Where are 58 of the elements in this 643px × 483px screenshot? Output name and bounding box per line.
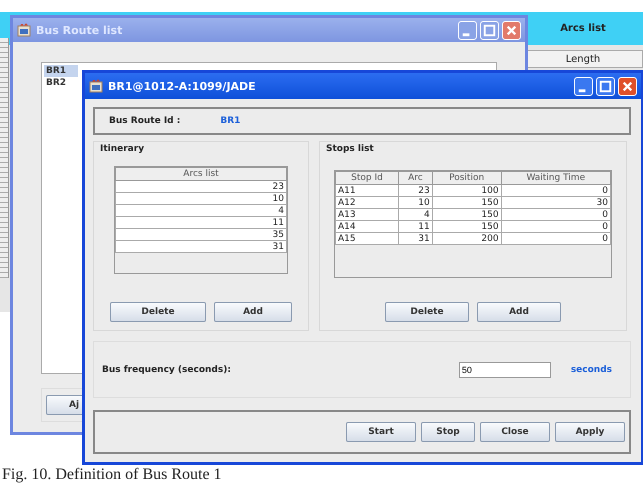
action-button[interactable]: Start bbox=[346, 422, 416, 442]
table-cell: 4 bbox=[398, 208, 432, 220]
field-label: Bus frequency (seconds): bbox=[102, 364, 231, 374]
table-cell: A15 bbox=[336, 232, 399, 244]
table-cell: 30 bbox=[501, 196, 610, 208]
table-cell: 150 bbox=[432, 220, 502, 232]
table-cell: 150 bbox=[432, 208, 502, 220]
list-item[interactable]: BR2 bbox=[44, 77, 78, 89]
table-cell: 31 bbox=[116, 240, 286, 252]
minimize-icon[interactable] bbox=[574, 76, 593, 96]
table-cell: A14 bbox=[336, 220, 399, 232]
action-button[interactable]: Delete bbox=[110, 302, 206, 322]
table-cell: A12 bbox=[336, 196, 399, 208]
table-cell: A13 bbox=[336, 208, 399, 220]
panel-title: Itinerary bbox=[100, 144, 146, 154]
frequency-field[interactable]: 50 bbox=[458, 362, 551, 378]
table-cell: 0 bbox=[501, 184, 610, 196]
unit-label: seconds bbox=[570, 364, 612, 374]
maximize-icon[interactable] bbox=[596, 76, 615, 96]
field-label: Bus Route Id : bbox=[109, 116, 180, 126]
action-button[interactable]: Add bbox=[477, 302, 561, 322]
table-cell: 4 bbox=[116, 204, 286, 216]
action-button[interactable]: Close bbox=[480, 422, 550, 442]
action-button[interactable]: Stop bbox=[421, 422, 475, 442]
panel-title: Stops list bbox=[326, 144, 375, 154]
figure-caption: Fig. 10. Definition of Bus Route 1 bbox=[1, 466, 223, 483]
close-icon[interactable] bbox=[502, 20, 521, 40]
column-header: Stop Id bbox=[336, 172, 399, 184]
column-header: Arcs list bbox=[116, 168, 286, 180]
table-cell: 10 bbox=[398, 196, 432, 208]
close-icon[interactable] bbox=[618, 76, 637, 96]
table-cell: 100 bbox=[432, 184, 502, 196]
table-cell: 0 bbox=[501, 208, 610, 220]
action-button[interactable]: Delete bbox=[385, 302, 469, 322]
window-title: BR1@1012-A:1099/JADE bbox=[108, 80, 257, 92]
table-cell: 23 bbox=[398, 184, 432, 196]
table-cell: 11 bbox=[398, 220, 432, 232]
panel-header: Arcs list bbox=[559, 22, 607, 36]
action-button[interactable]: Apply bbox=[555, 422, 625, 442]
column-header: Arc bbox=[398, 172, 432, 184]
list-item[interactable]: BR1 bbox=[44, 65, 78, 77]
table-cell: 0 bbox=[501, 232, 610, 244]
route-id: BR1 bbox=[220, 116, 240, 126]
table-cell: 31 bbox=[398, 232, 432, 244]
app-icon bbox=[89, 79, 103, 93]
column-header: Position bbox=[432, 172, 502, 184]
table-cell: 23 bbox=[116, 180, 286, 192]
table-cell: 150 bbox=[432, 196, 502, 208]
table-cell: 200 bbox=[432, 232, 502, 244]
action-button[interactable]: Add bbox=[214, 302, 292, 322]
window-title: Bus Route list bbox=[36, 24, 124, 36]
table-cell: 0 bbox=[501, 220, 610, 232]
table-cell: 35 bbox=[116, 228, 286, 240]
table-cell: 10 bbox=[116, 192, 286, 204]
app-icon bbox=[17, 23, 31, 37]
table-cell: A11 bbox=[336, 184, 399, 196]
table-cell: 11 bbox=[116, 216, 286, 228]
column-header: Waiting Time bbox=[501, 172, 610, 184]
